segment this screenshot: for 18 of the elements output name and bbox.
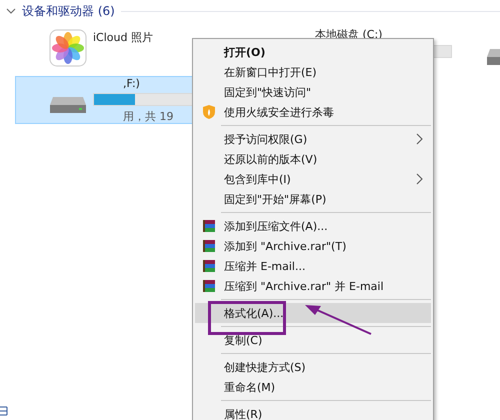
menu-item[interactable]: 压缩并 E-mail... (195, 256, 431, 276)
menu-item[interactable]: 复制(C) (195, 330, 431, 350)
device-detail: 用，共 19 (123, 108, 174, 124)
menu-item[interactable]: 格式化(A)... (195, 303, 431, 323)
menu-item[interactable]: 还原以前的版本(V) (195, 149, 431, 169)
menu-item[interactable]: 属性(R) (195, 404, 431, 420)
device-name: ,F:) (122, 76, 141, 90)
menu-item[interactable]: 添加到压缩文件(A)... (195, 216, 431, 236)
menu-item[interactable]: 重命名(M) (195, 377, 431, 397)
menu-item[interactable]: 添加到 "Archive.rar"(T) (195, 236, 431, 256)
section-title: 设备和驱动器 (6) (22, 2, 115, 20)
menu-item[interactable]: 创建快捷方式(S) (195, 357, 431, 377)
device-name: iCloud 照片 (93, 30, 153, 45)
menu-item[interactable]: 固定到"开始"屏幕(P) (195, 189, 431, 209)
menu-item[interactable]: 授予访问权限(G) (195, 129, 431, 149)
menu-item[interactable]: 包含到库中(I) (195, 169, 431, 189)
menu-item[interactable]: 压缩到 "Archive.rar" 并 E-mail (195, 276, 431, 296)
menu-item[interactable]: 打开(O) (195, 42, 431, 62)
